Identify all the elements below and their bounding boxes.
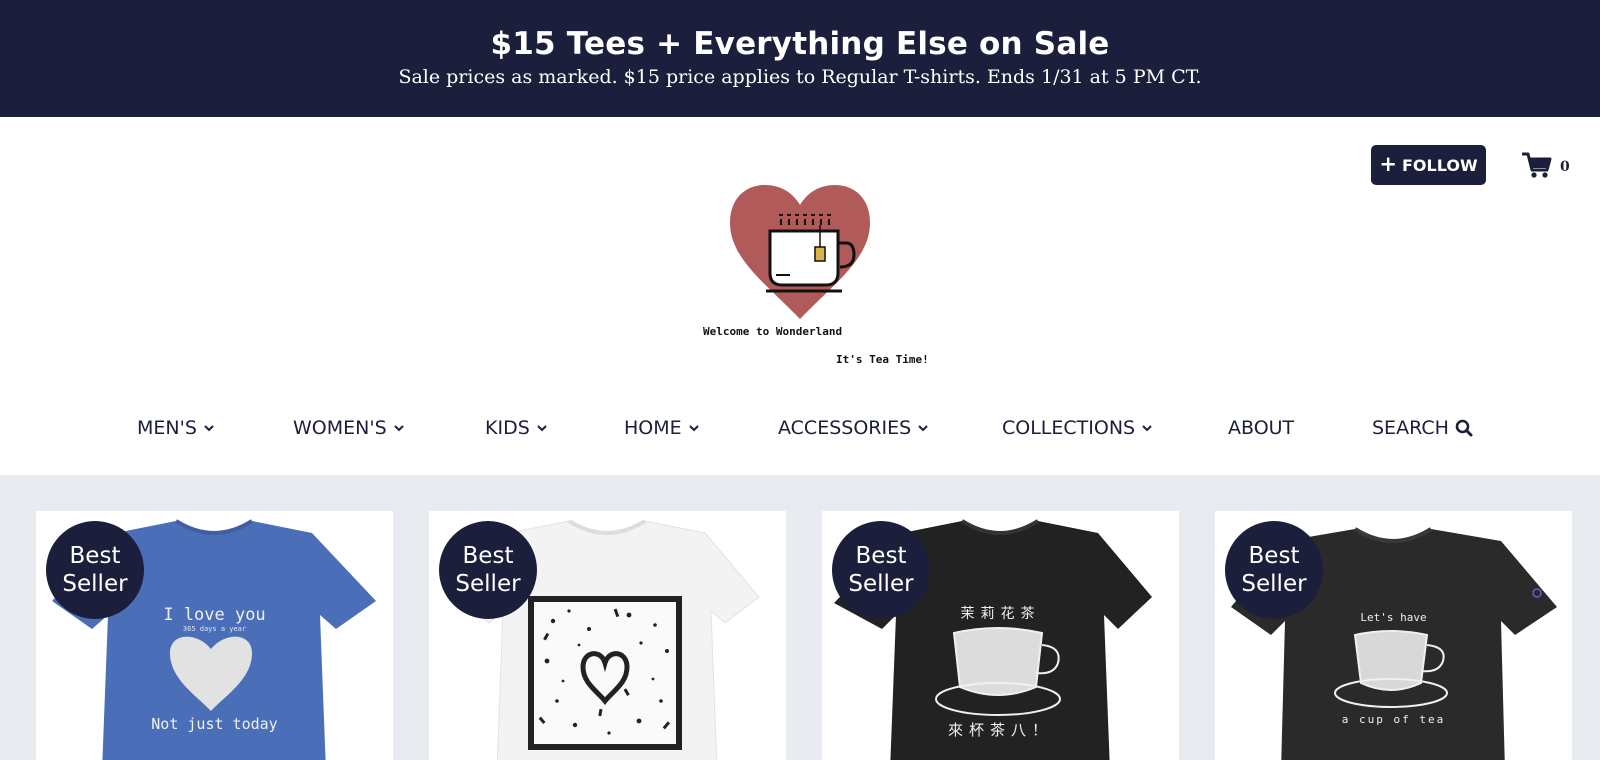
badge-line: Best xyxy=(69,543,121,569)
badge-line: Best xyxy=(1248,543,1300,569)
best-seller-badge: Best Seller xyxy=(439,521,537,619)
chevron-down-icon xyxy=(1142,425,1152,432)
product-card[interactable]: Best Seller Let's have a cup of tea xyxy=(1215,511,1572,760)
product-card[interactable]: Best Seller I love you 365 days a year N… xyxy=(36,511,393,760)
nav-kids[interactable]: KIDS xyxy=(485,403,548,453)
badge-line: Best xyxy=(855,543,907,569)
cart-button[interactable]: 0 xyxy=(1522,147,1582,183)
nav-label: SEARCH xyxy=(1372,417,1449,439)
nav-collections[interactable]: COLLECTIONS xyxy=(1002,403,1153,453)
shop-logo[interactable] xyxy=(680,185,920,375)
nav-accessories[interactable]: ACCESSORIES xyxy=(778,403,929,453)
main-nav: MEN'S WOMEN'S KIDS HOME ACCESSORIES COLL… xyxy=(0,403,1600,453)
product-grid: Best Seller I love you 365 days a year N… xyxy=(0,475,1600,760)
nav-womens[interactable]: WOMEN'S xyxy=(293,403,405,453)
nav-mens[interactable]: MEN'S xyxy=(137,403,215,453)
best-seller-badge: Best Seller xyxy=(46,521,144,619)
badge-line: Seller xyxy=(1241,571,1307,597)
shop-header: + FOLLOW 0 Welcome to Wonderland It's Te… xyxy=(0,117,1600,475)
chevron-down-icon xyxy=(918,425,928,432)
print-text: Not just today xyxy=(151,715,278,733)
search-icon xyxy=(1455,419,1473,437)
product-card[interactable]: Best Seller xyxy=(429,511,786,760)
cart-count: 0 xyxy=(1560,159,1570,175)
print-text: a cup of tea xyxy=(1341,713,1446,726)
follow-button[interactable]: + FOLLOW xyxy=(1371,145,1486,185)
badge-line: Seller xyxy=(848,571,914,597)
nav-label: MEN'S xyxy=(137,417,197,439)
cart-icon xyxy=(1522,152,1552,178)
best-seller-badge: Best Seller xyxy=(832,521,930,619)
logo-tagline-1: Welcome to Wonderland xyxy=(703,325,843,338)
badge-line: Seller xyxy=(455,571,521,597)
print-text: 365 days a year xyxy=(182,625,247,633)
product-card[interactable]: Best Seller 茉莉花茶 來杯茶八！ xyxy=(822,511,1179,760)
nav-label: HOME xyxy=(624,417,682,439)
logo-tagline-2: It's Tea Time! xyxy=(836,353,929,366)
nav-label: ACCESSORIES xyxy=(778,417,912,439)
chevron-down-icon xyxy=(393,425,404,432)
promo-title: $15 Tees + Everything Else on Sale xyxy=(490,26,1110,62)
follow-label: FOLLOW xyxy=(1402,155,1478,175)
print-text: 來杯茶八！ xyxy=(947,721,1053,739)
nav-home[interactable]: HOME xyxy=(624,403,700,453)
nav-label: WOMEN'S xyxy=(293,417,387,439)
plus-icon: + xyxy=(1379,151,1397,176)
chevron-down-icon xyxy=(537,425,547,432)
nav-label: COLLECTIONS xyxy=(1002,417,1136,439)
promo-subtitle: Sale prices as marked. $15 price applies… xyxy=(398,66,1202,88)
chevron-down-icon xyxy=(204,425,214,432)
nav-search[interactable]: SEARCH xyxy=(1372,403,1473,453)
badge-line: Best xyxy=(462,543,514,569)
nav-label: KIDS xyxy=(485,417,530,439)
nav-label: ABOUT xyxy=(1228,417,1295,439)
badge-line: Seller xyxy=(62,571,128,597)
promo-banner: $15 Tees + Everything Else on Sale Sale … xyxy=(0,0,1600,117)
chevron-down-icon xyxy=(688,425,699,432)
best-seller-badge: Best Seller xyxy=(1225,521,1323,619)
nav-about[interactable]: ABOUT xyxy=(1228,403,1294,453)
